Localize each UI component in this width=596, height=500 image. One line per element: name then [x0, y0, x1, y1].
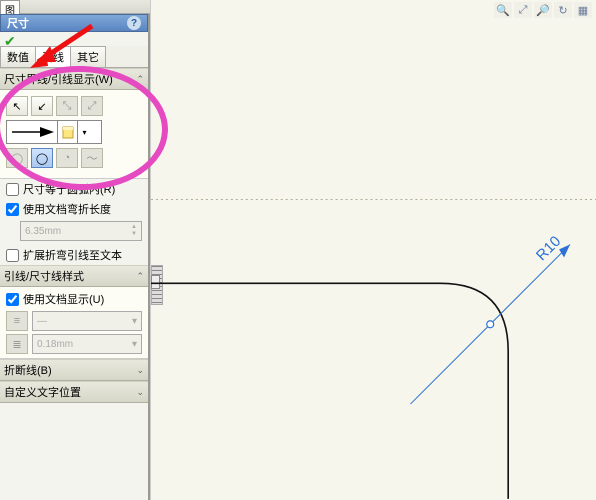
collapse-icon: ⌃	[136, 271, 144, 282]
line-thickness-field[interactable]: 0.18mm ▾	[32, 334, 142, 354]
leader-style-1-icon[interactable]: ↖	[6, 96, 28, 116]
panel-title: 尺寸	[7, 15, 29, 31]
check-extend-row: 扩展折弯引线至文本	[0, 245, 148, 265]
section-custom-text-label: 自定义文字位置	[4, 384, 81, 400]
leader-display-options: ↖ ↙ ⤡ ⤢ ▾ ◯ ◯ ◔ 〜	[0, 90, 148, 179]
tab-leader[interactable]: 引线	[35, 46, 71, 67]
arrowhead-preview-icon	[7, 121, 57, 143]
line-thickness-icon[interactable]: ≣	[6, 334, 28, 354]
section-break-header[interactable]: 折断线(B) ⌄	[0, 359, 148, 381]
section-leader-style-header[interactable]: 引线/尺寸线样式 ⌃	[0, 265, 148, 287]
circle-tick-3-icon[interactable]: ◔	[56, 148, 78, 168]
check-arc-row: 尺寸等于圆弧内(R)	[0, 179, 148, 199]
polyline-icon[interactable]: 〜	[81, 148, 103, 168]
leader-style-2-icon[interactable]: ↙	[31, 96, 53, 116]
check-doc-display[interactable]	[6, 293, 19, 306]
line-style-field[interactable]: — ▾	[32, 311, 142, 331]
check-extend[interactable]	[6, 249, 19, 262]
check-doc-length[interactable]	[6, 203, 19, 216]
expand-icon: ⌄	[136, 387, 144, 398]
arrowhead-combo[interactable]: ▾	[6, 120, 102, 144]
section-leader-style-label: 引线/尺寸线样式	[4, 268, 84, 284]
section-custom-text-header[interactable]: 自定义文字位置 ⌄	[0, 381, 148, 403]
app-tabstrip: 图	[0, 0, 150, 14]
check-doc-length-label: 使用文档弯折长度	[23, 201, 111, 217]
tab-value[interactable]: 数值	[0, 46, 36, 67]
section-break-label: 折断线(B)	[4, 362, 52, 378]
dropdown-icon: ▾	[132, 316, 137, 327]
help-icon[interactable]: ?	[127, 16, 141, 30]
leader-style-3-icon[interactable]: ⤡	[56, 96, 78, 116]
expand-icon: ⌄	[136, 365, 144, 376]
circle-tick-1-icon[interactable]: ◯	[6, 148, 28, 168]
line-style-value: —	[37, 316, 47, 327]
check-arc-label: 尺寸等于圆弧内(R)	[23, 181, 115, 197]
tab-other[interactable]: 其它	[70, 46, 106, 67]
panel-tabs: 数值 引线 其它	[0, 46, 148, 68]
bend-length-value: 6.35mm	[25, 226, 61, 237]
panel-titlebar: 尺寸 ?	[0, 14, 148, 32]
property-panel: 尺寸 ? ✔ 数值 引线 其它 尺寸界线/引线显示(W) ⌃ ↖ ↙ ⤡ ⤢ ▾…	[0, 14, 150, 500]
radius-dimension-text: R10	[533, 233, 564, 264]
section-leader-display-label: 尺寸界线/引线显示(W)	[4, 71, 113, 87]
check-arc[interactable]	[6, 183, 19, 196]
leader-style-4-icon[interactable]: ⤢	[81, 96, 103, 116]
check-extend-label: 扩展折弯引线至文本	[23, 247, 122, 263]
spinner-icon[interactable]: ▲▼	[131, 224, 137, 238]
arrowhead-dropdown-icon[interactable]: ▾	[77, 121, 91, 143]
line-style-icon[interactable]: ≡	[6, 311, 28, 331]
check-doc-display-label: 使用文档显示(U)	[23, 291, 104, 307]
drawing-viewport[interactable]: 🔍 ⤢ 🔎 ↻ ▦ R10	[150, 0, 596, 500]
check-doc-length-row: 使用文档弯折长度	[0, 199, 148, 219]
drawing-canvas: R10	[151, 0, 596, 499]
circle-tick-2-icon[interactable]: ◯	[31, 148, 53, 168]
section-leader-display-header[interactable]: 尺寸界线/引线显示(W) ⌃	[0, 68, 148, 90]
collapse-icon: ⌃	[136, 74, 144, 85]
dropdown-icon: ▾	[132, 339, 137, 350]
leader-style-group: 使用文档显示(U) ≡ — ▾ ≣ 0.18mm ▾	[0, 287, 148, 359]
arrowhead-note-icon[interactable]	[57, 121, 77, 143]
line-thickness-value: 0.18mm	[37, 339, 73, 350]
bend-length-field[interactable]: 6.35mm ▲▼	[20, 221, 142, 241]
confirm-check-icon[interactable]: ✔	[0, 32, 18, 46]
